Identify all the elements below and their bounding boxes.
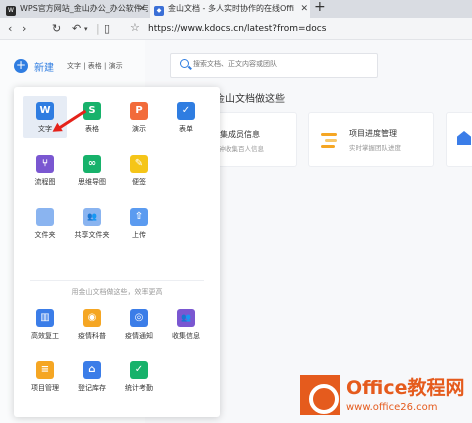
new-plus-icon[interactable]: + bbox=[14, 59, 28, 73]
menu-item-label: 统计考勤 bbox=[125, 384, 153, 392]
note-icon: ✎ bbox=[130, 155, 148, 173]
menu-divider bbox=[30, 280, 204, 281]
menu-item-note[interactable]: ✎ 便签 bbox=[117, 149, 161, 191]
folder-icon bbox=[36, 208, 54, 226]
office-logo-icon bbox=[300, 375, 340, 415]
menu-item-label: 上传 bbox=[132, 231, 146, 239]
flowchart-icon: ⑂ bbox=[36, 155, 54, 173]
close-tab-icon[interactable]: ✕ bbox=[300, 0, 308, 18]
inventory-icon bbox=[457, 131, 471, 145]
notice-icon: ◎ bbox=[130, 309, 148, 327]
menu-item-label: 演示 bbox=[132, 125, 146, 133]
tab-title: 金山文档 - 多人实时协作的在线Offi bbox=[168, 4, 295, 13]
template-card-project[interactable]: 项目进度管理 实时掌握团队进度 bbox=[308, 112, 434, 167]
reading-mode-icon[interactable]: ▯ bbox=[104, 21, 110, 37]
back-icon[interactable]: ‹ bbox=[8, 21, 12, 37]
form-icon: ✓ bbox=[177, 102, 195, 120]
bookmark-star-icon[interactable]: ☆ bbox=[130, 21, 140, 34]
menu-item-label: 文件夹 bbox=[34, 231, 56, 239]
menu-item-label: 收集信息 bbox=[172, 332, 200, 340]
new-document-menu: W 文字 S 表格 P 演示 ✓ 表单 ⑂ 流程图 ∞ 思维导图 ✎ 便签 文件… bbox=[14, 87, 220, 417]
search-icon bbox=[180, 59, 189, 68]
menu-template-reopen[interactable]: ▥ 高效复工 bbox=[23, 303, 67, 345]
menu-item-label: 便签 bbox=[132, 178, 146, 186]
new-tab-button[interactable]: + bbox=[314, 0, 326, 15]
doc-icon: W bbox=[36, 102, 54, 120]
watermark-site: www.office26.com bbox=[346, 402, 438, 413]
reload-icon[interactable]: ↻ bbox=[52, 21, 61, 37]
menu-template-project[interactable]: ≡ 项目管理 bbox=[23, 355, 67, 397]
dropdown-icon[interactable]: ▾ bbox=[84, 21, 88, 37]
menu-item-label: 思维导图 bbox=[78, 178, 106, 186]
menu-template-attendance[interactable]: ✓ 统计考勤 bbox=[117, 355, 161, 397]
separator: | bbox=[96, 22, 100, 35]
menu-promo-text: 用金山文档做这些，效率更高 bbox=[71, 288, 163, 296]
menu-template-science[interactable]: ◉ 疫情科普 bbox=[70, 303, 114, 345]
collect-icon: 👥 bbox=[177, 309, 195, 327]
slides-icon: P bbox=[130, 102, 148, 120]
menu-item-label: 流程图 bbox=[34, 178, 56, 186]
new-button[interactable]: 新建 bbox=[34, 59, 54, 74]
menu-item-label: 表格 bbox=[85, 125, 99, 133]
browser-tab-kdocs[interactable]: ◆ 金山文档 - 多人实时协作的在线Offi ✕ bbox=[150, 0, 310, 18]
attendance-icon: ✓ bbox=[130, 361, 148, 379]
card-title: 项目进度管理 bbox=[349, 129, 397, 138]
menu-item-upload[interactable]: ⇧ 上传 bbox=[117, 202, 161, 244]
browser-tab-wps[interactable]: W WPS官方网站_金山办公_办公软件与 ✕ bbox=[2, 0, 148, 18]
menu-item-slides[interactable]: P 演示 bbox=[117, 96, 161, 138]
watermark-brand: Office教程网 bbox=[346, 377, 465, 399]
menu-item-label: 项目管理 bbox=[31, 384, 59, 392]
undo-icon[interactable]: ↶ bbox=[72, 21, 81, 37]
browser-toolbar: ‹ › ↻ ↶ ▾ | ▯ ☆ https://www.kdocs.cn/lat… bbox=[0, 18, 472, 40]
menu-item-flowchart[interactable]: ⑂ 流程图 bbox=[23, 149, 67, 191]
inventory-icon: ⌂ bbox=[83, 361, 101, 379]
close-tab-icon[interactable]: ✕ bbox=[138, 0, 146, 18]
menu-item-shared-folder[interactable]: 👥 共享文件夹 bbox=[70, 202, 114, 244]
menu-template-inventory[interactable]: ⌂ 登记库存 bbox=[70, 355, 114, 397]
template-card-inventory[interactable] bbox=[446, 112, 472, 167]
search-input[interactable] bbox=[193, 60, 373, 68]
kdocs-icon: ◆ bbox=[154, 6, 164, 16]
search-box[interactable] bbox=[170, 53, 378, 78]
menu-item-folder[interactable]: 文件夹 bbox=[23, 202, 67, 244]
science-icon: ◉ bbox=[83, 309, 101, 327]
menu-item-label: 疫情通知 bbox=[125, 332, 153, 340]
menu-item-mindmap[interactable]: ∞ 思维导图 bbox=[70, 149, 114, 191]
menu-item-label: 高效复工 bbox=[31, 332, 59, 340]
new-doc-types[interactable]: 文字 | 表格 | 演示 bbox=[67, 61, 123, 71]
menu-item-form[interactable]: ✓ 表单 bbox=[164, 96, 208, 138]
menu-item-label: 疫情科普 bbox=[78, 332, 106, 340]
menu-item-label: 共享文件夹 bbox=[74, 231, 110, 239]
building-icon: ▥ bbox=[36, 309, 54, 327]
address-bar[interactable]: https://www.kdocs.cn/latest?from=docs bbox=[148, 21, 326, 37]
upload-icon: ⇧ bbox=[130, 208, 148, 226]
project-icon: ≡ bbox=[36, 361, 54, 379]
kdocs-page: + 新建 文字 | 表格 | 演示 用金山文档做这些 收集成员信息 分钟收集百人… bbox=[0, 40, 472, 423]
shared-folder-icon: 👥 bbox=[83, 208, 101, 226]
wps-icon: W bbox=[6, 6, 16, 16]
menu-item-label: 表单 bbox=[179, 125, 193, 133]
office26-watermark: Office教程网 www.office26.com bbox=[300, 373, 468, 423]
forward-icon[interactable]: › bbox=[22, 21, 26, 37]
card-subtitle: 实时掌握团队进度 bbox=[349, 144, 401, 152]
menu-item-label: 登记库存 bbox=[78, 384, 106, 392]
browser-tab-bar: W WPS官方网站_金山办公_办公软件与 ✕ ◆ 金山文档 - 多人实时协作的在线O… bbox=[0, 0, 472, 18]
menu-template-notice[interactable]: ◎ 疫情通知 bbox=[117, 303, 161, 345]
tab-title: WPS官方网站_金山办公_办公软件与 bbox=[20, 4, 148, 13]
mindmap-icon: ∞ bbox=[83, 155, 101, 173]
menu-template-collect[interactable]: 👥 收集信息 bbox=[164, 303, 208, 345]
